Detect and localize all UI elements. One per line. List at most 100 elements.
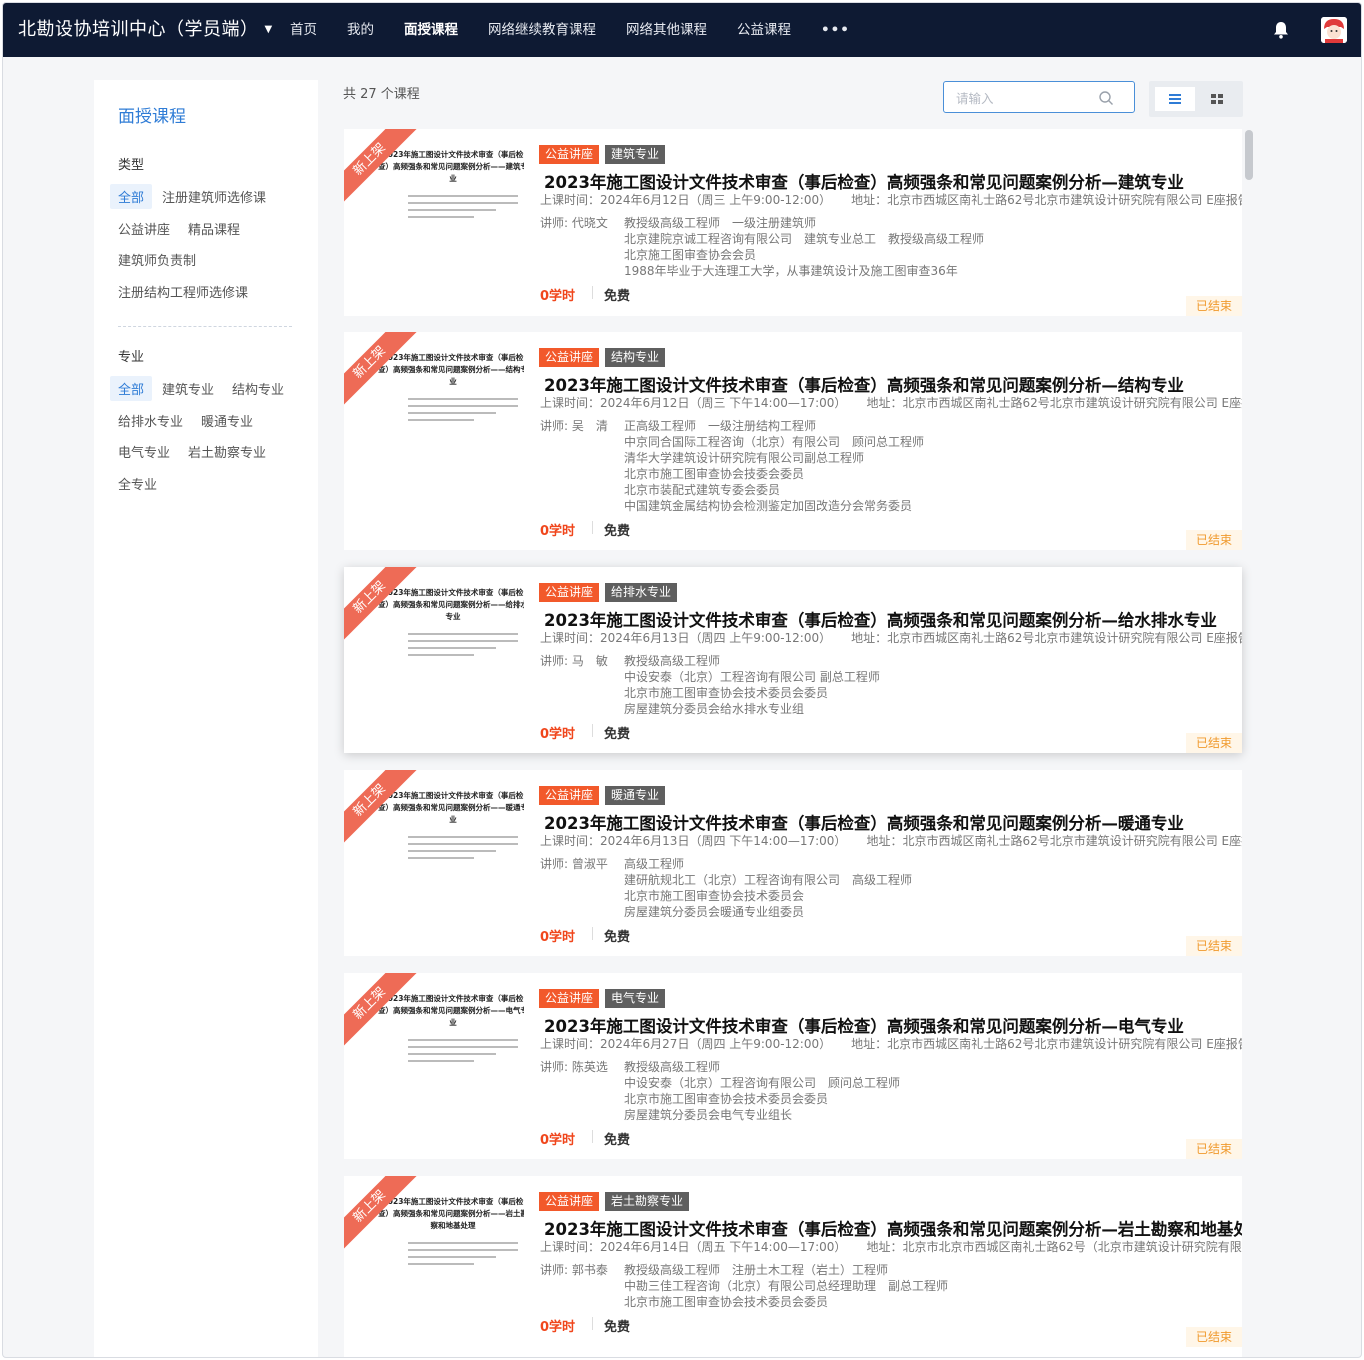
course-price: 免费: [604, 289, 631, 304]
thumbnail-title: 2023年施工图设计文件技术审查（事后检查）高频强条和常见问题案例分析——建筑专…: [378, 150, 524, 183]
course-meta: 上课时间：2024年6月12日（周三 上午9:00-12:00） 地址：北京市西城…: [540, 191, 1242, 208]
course-time: 上课时间：2024年6月13日（周四 上午9:00-12:00）: [540, 631, 832, 645]
type-filter-premium-course[interactable]: 精品课程: [180, 216, 248, 241]
scrollbar-thumb[interactable]: [1245, 130, 1253, 180]
status-badge: 已结束: [1186, 936, 1242, 956]
course-card[interactable]: 2023年施工图设计文件技术审查（事后检查）高频强条和常见问题案例分析——结构专…: [344, 332, 1242, 550]
major-filter-geotechnical[interactable]: 岩土勘察专业: [180, 439, 274, 464]
course-address: 地址：北京市西城区南礼士路62号北京市建筑设计研究院有限公司 E座报告厅: [866, 834, 1242, 848]
course-tags: 公益讲座 给排水专业: [539, 583, 678, 602]
lecturer-name: 陈英选: [571, 1060, 608, 1074]
more-icon[interactable]: •••: [806, 3, 865, 57]
type-filter-architect-responsibility[interactable]: 建筑师负责制: [110, 247, 204, 272]
nav-online-continuing[interactable]: 网络继续教育课程: [473, 3, 611, 57]
course-tags: 公益讲座 电气专业: [539, 989, 666, 1008]
grid-view-button[interactable]: [1197, 87, 1237, 111]
category-tag: 公益讲座: [539, 348, 600, 367]
thumbnail-text-lines: [408, 633, 518, 661]
course-thumbnail[interactable]: 2023年施工图设计文件技术审查（事后检查）高频强条和常见问题案例分析——建筑专…: [344, 129, 524, 249]
lecturer: 讲师: 陈英选: [540, 1058, 608, 1075]
lecturer-bio-line: 建研航规北工（北京）工程咨询有限公司 高级工程师: [624, 873, 913, 887]
course-hours: 0学时: [540, 1133, 576, 1148]
lecturer-bio-line: 北京市施工图审查协会技术委员会: [624, 889, 805, 903]
major-filter-electrical[interactable]: 电气专业: [110, 439, 178, 464]
course-card[interactable]: 2023年施工图设计文件技术审查（事后检查）高频强条和常见问题案例分析——建筑专…: [344, 129, 1242, 316]
major-filter-hvac[interactable]: 暖通专业: [193, 408, 261, 433]
course-title[interactable]: 2023年施工图设计文件技术审查（事后检查）高频强条和常见问题案例分析—电气专业: [544, 1013, 1184, 1037]
major-tag: 岩土勘察专业: [605, 1192, 690, 1211]
divider: [592, 1317, 593, 1330]
status-badge: 已结束: [1186, 1139, 1242, 1159]
course-thumbnail[interactable]: 2023年施工图设计文件技术审查（事后检查）高频强条和常见问题案例分析——给排水…: [344, 567, 524, 687]
search-input[interactable]: [954, 88, 1098, 108]
course-card[interactable]: 2023年施工图设计文件技术审查（事后检查）高频强条和常见问题案例分析——暖通专…: [344, 770, 1242, 956]
nav-face-courses[interactable]: 面授课程: [389, 3, 473, 57]
filter-sidebar: 面授课程 类型 全部 注册建筑师选修课 公益讲座 精品课程 建筑师负责制 注册结…: [94, 80, 318, 1357]
lecturer-bio-line: 教授级高级工程师: [624, 654, 721, 668]
thumbnail-text-lines: [408, 1242, 518, 1270]
course-card[interactable]: 2023年施工图设计文件技术审查（事后检查）高频强条和常见问题案例分析——给排水…: [344, 567, 1242, 753]
course-title[interactable]: 2023年施工图设计文件技术审查（事后检查）高频强条和常见问题案例分析—岩土勘察…: [544, 1216, 1242, 1240]
course-thumbnail[interactable]: 2023年施工图设计文件技术审查（事后检查）高频强条和常见问题案例分析——结构专…: [344, 332, 524, 452]
lecturer-name: 吴 清: [571, 419, 608, 433]
type-filter-structural-elective[interactable]: 注册结构工程师选修课: [110, 279, 256, 304]
list-view-icon: [1169, 94, 1181, 104]
course-price: 免费: [604, 524, 631, 539]
course-thumbnail[interactable]: 2023年施工图设计文件技术审查（事后检查）高频强条和常见问题案例分析——暖通专…: [344, 770, 524, 890]
course-time: 上课时间：2024年6月27日（周四 上午9:00-12:00）: [540, 1037, 832, 1051]
lecturer-label: 讲师:: [540, 857, 569, 871]
type-filter-row: 全部 注册建筑师选修课: [110, 184, 276, 209]
nav-home[interactable]: 首页: [275, 3, 332, 57]
major-filter-plumbing[interactable]: 给排水专业: [110, 408, 191, 433]
course-price: 免费: [604, 1320, 631, 1335]
lecturer: 讲师: 曾淑平: [540, 855, 608, 872]
course-tags: 公益讲座 岩土勘察专业: [539, 1192, 690, 1211]
sidebar-divider: [118, 326, 292, 327]
course-title[interactable]: 2023年施工图设计文件技术审查（事后检查）高频强条和常见问题案例分析—结构专业: [544, 372, 1184, 396]
search-icon[interactable]: [1098, 90, 1114, 106]
course-thumbnail[interactable]: 2023年施工图设计文件技术审查（事后检查）高频强条和常见问题案例分析——岩土勘…: [344, 1176, 524, 1296]
course-card[interactable]: 2023年施工图设计文件技术审查（事后检查）高频强条和常见问题案例分析——电气专…: [344, 973, 1242, 1159]
status-badge: 已结束: [1186, 530, 1242, 550]
lecturer-bio-line: 中设安泰（北京）工程咨询有限公司 顾问总工程师: [624, 1076, 901, 1090]
search-box: [943, 81, 1135, 113]
avatar[interactable]: [1321, 17, 1347, 43]
major-filter-structure[interactable]: 结构专业: [224, 376, 292, 401]
lecturer-bio-line: 房屋建筑分委员会暖通专业组委员: [624, 905, 805, 919]
main-nav: 首页 我的 面授课程 网络继续教育课程 网络其他课程 公益课程 •••: [275, 3, 865, 57]
nav-public-courses[interactable]: 公益课程: [722, 3, 806, 57]
type-filter-architect-elective[interactable]: 注册建筑师选修课: [154, 184, 274, 209]
lecturer-bio-line: 教授级高级工程师: [624, 1060, 721, 1074]
lecturer-bio-line: 中勘三佳工程咨询（北京）有限公司总经理助理 副总工程师: [624, 1279, 949, 1293]
type-filter-all[interactable]: 全部: [110, 184, 153, 209]
divider: [592, 724, 593, 737]
course-title[interactable]: 2023年施工图设计文件技术审查（事后检查）高频强条和常见问题案例分析—给水排水…: [544, 607, 1217, 631]
lecturer-bio-line: 教授级高级工程师 一级注册建筑师: [624, 216, 817, 230]
type-filter-public-lecture[interactable]: 公益讲座: [110, 216, 178, 241]
thumbnail-text-lines: [408, 1039, 518, 1067]
divider: [592, 1130, 593, 1143]
major-filter-all[interactable]: 全部: [110, 376, 153, 401]
status-badge: 已结束: [1186, 1327, 1242, 1347]
course-meta: 上课时间：2024年6月13日（周四 上午9:00-12:00） 地址：北京市西城…: [540, 629, 1242, 646]
thumbnail-title: 2023年施工图设计文件技术审查（事后检查）高频强条和常见问题案例分析——岩土勘…: [378, 1197, 524, 1230]
lecturer-bio-line: 中国建筑金属结构协会检测鉴定加固改造分会常务委员: [624, 499, 913, 513]
major-filter-all-majors[interactable]: 全专业: [110, 471, 165, 496]
course-time: 上课时间：2024年6月12日（周三 上午9:00-12:00）: [540, 193, 832, 207]
major-tag: 暖通专业: [605, 786, 666, 805]
course-card[interactable]: 2023年施工图设计文件技术审查（事后检查）高频强条和常见问题案例分析——岩土勘…: [344, 1176, 1242, 1357]
brand-menu[interactable]: 北勘设协培训中心（学员端） ▼: [18, 3, 273, 57]
nav-online-other[interactable]: 网络其他课程: [611, 3, 722, 57]
nav-mine[interactable]: 我的: [332, 3, 389, 57]
course-tags: 公益讲座 暖通专业: [539, 786, 666, 805]
lecturer-bio-line: 中京同合国际工程咨询（北京）有限公司 顾问总工程师: [624, 435, 925, 449]
course-title[interactable]: 2023年施工图设计文件技术审查（事后检查）高频强条和常见问题案例分析—暖通专业: [544, 810, 1184, 834]
course-thumbnail[interactable]: 2023年施工图设计文件技术审查（事后检查）高频强条和常见问题案例分析——电气专…: [344, 973, 524, 1093]
major-filter-architecture[interactable]: 建筑专业: [154, 376, 222, 401]
lecturer-name: 郭书泰: [571, 1263, 608, 1277]
bell-icon[interactable]: [1271, 20, 1291, 40]
list-view-button[interactable]: [1155, 87, 1195, 111]
lecturer-label: 讲师:: [540, 1263, 569, 1277]
course-title[interactable]: 2023年施工图设计文件技术审查（事后检查）高频强条和常见问题案例分析—建筑专业: [544, 169, 1184, 193]
course-address: 地址：北京市西城区南礼士路62号北京市建筑设计研究院有限公司 E座报告厅: [851, 193, 1242, 207]
